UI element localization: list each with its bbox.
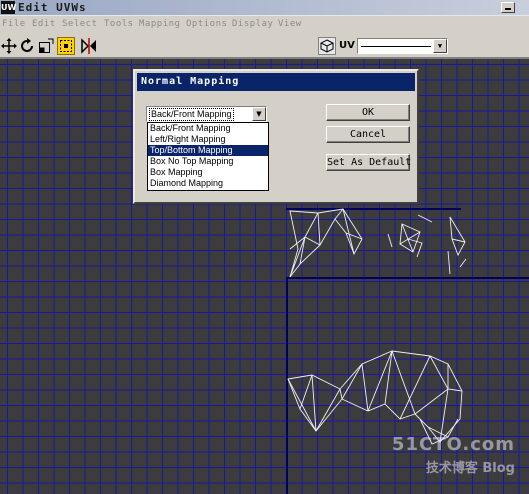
menu-select[interactable]: Select	[62, 19, 98, 29]
dropdown-value: Back/Front Mapping	[149, 108, 234, 121]
toolbar: UV ▼	[0, 33, 529, 59]
menu-display[interactable]: Display	[232, 19, 273, 29]
app-icon: UW	[1, 1, 17, 14]
move-icon[interactable]	[0, 37, 18, 55]
watermark-site: 51CTO.com	[391, 434, 515, 455]
watermark: 51CTO.com 技术博客 Blog	[392, 434, 515, 476]
minimize-button[interactable]	[501, 2, 515, 13]
chevron-down-icon[interactable]: ▼	[433, 39, 447, 53]
option-left-right[interactable]: Left/Right Mapping	[148, 134, 268, 145]
menu-mapping[interactable]: Mapping	[139, 19, 180, 29]
menu-edit[interactable]: Edit	[32, 19, 56, 29]
chevron-down-icon[interactable]: ▼	[252, 107, 266, 121]
pick-icon[interactable]	[57, 37, 75, 55]
option-box-no-top[interactable]: Box No Top Mapping	[148, 156, 268, 167]
window-title: Edit UVWs	[18, 1, 87, 14]
scale-icon[interactable]	[37, 37, 55, 55]
mirror-icon[interactable]	[80, 37, 98, 55]
rotate-icon[interactable]	[18, 37, 36, 55]
uv-channel-label: UV	[339, 40, 355, 51]
menu-view[interactable]: View	[278, 19, 302, 29]
option-diamond[interactable]: Diamond Mapping	[148, 178, 268, 189]
menu-file[interactable]: File	[2, 19, 26, 29]
normal-mapping-dialog: Normal Mapping Back/Front Mapping ▼ Back…	[133, 69, 419, 204]
window-title-bar: UW Edit UVWs	[0, 0, 529, 16]
select-value-line	[361, 46, 431, 47]
menu-bar: File Edit Select Tools Mapping Options D…	[0, 16, 529, 33]
dialog-title: Normal Mapping	[137, 73, 415, 91]
option-box[interactable]: Box Mapping	[148, 167, 268, 178]
watermark-blog: 技术博客 Blog	[425, 461, 515, 476]
option-back-front[interactable]: Back/Front Mapping	[148, 123, 268, 134]
uv-map-select[interactable]: ▼	[357, 38, 448, 54]
mapping-option-list[interactable]: Back/Front Mapping Left/Right Mapping To…	[147, 122, 269, 191]
menu-options[interactable]: Options	[186, 19, 227, 29]
set-as-default-button[interactable]: Set As Default	[326, 154, 411, 171]
option-top-bottom[interactable]: Top/Bottom Mapping	[148, 145, 268, 156]
mapping-type-dropdown[interactable]: Back/Front Mapping ▼	[146, 106, 267, 122]
menu-tools[interactable]: Tools	[104, 19, 134, 29]
cube-icon[interactable]	[318, 37, 336, 55]
ok-button[interactable]: OK	[326, 104, 410, 121]
cancel-button[interactable]: Cancel	[326, 126, 410, 143]
